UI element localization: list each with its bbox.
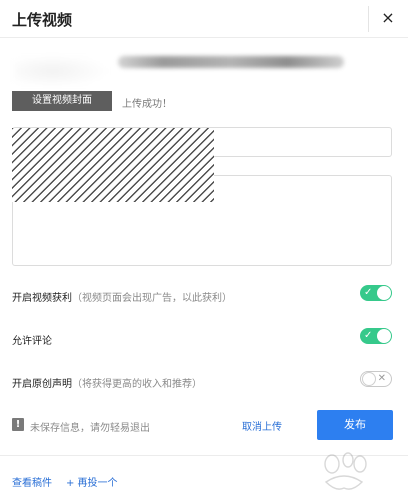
option-original-title: 开启原创声明 (12, 379, 72, 390)
option-monetize-label: 开启视频获利（视频页面会出现广告，以此获利） (12, 289, 232, 304)
cross-icon: ✕ (377, 373, 386, 384)
warning-icon: ! (12, 418, 24, 431)
option-monetize-title: 开启视频获利 (12, 293, 72, 304)
monetize-toggle[interactable]: ✓ (360, 285, 392, 301)
post-another-link[interactable]: + 再投一个 (66, 474, 118, 489)
header-separator (0, 37, 408, 38)
publish-button[interactable]: 发布 (317, 410, 393, 440)
unsaved-warning: 未保存信息，请勿轻易退出 (30, 423, 150, 434)
dialog-title: 上传视频 (12, 11, 73, 29)
check-icon: ✓ (364, 330, 373, 341)
check-icon: ✓ (364, 287, 373, 298)
close-icon[interactable]: × (378, 7, 398, 29)
option-comments-title: 允许评论 (12, 336, 52, 347)
cancel-upload-link[interactable]: 取消上传 (242, 418, 282, 433)
option-comments-label: 允许评论 (12, 332, 52, 347)
original-toggle[interactable]: ✕ (360, 371, 392, 387)
toggle-knob (377, 286, 391, 300)
video-thumbnail (14, 54, 110, 88)
toggle-knob (377, 329, 391, 343)
comments-toggle[interactable]: ✓ (360, 328, 392, 344)
option-original-label: 开启原创声明（将获得更高的收入和推荐） (12, 375, 202, 390)
upload-status: 上传成功！ (122, 99, 172, 110)
view-drafts-link[interactable]: 查看稿件 (12, 474, 52, 489)
option-monetize-hint: （视频页面会出现广告，以此获利） (72, 293, 232, 304)
redaction-hatch (12, 128, 214, 202)
header-divider (368, 6, 369, 32)
set-cover-button[interactable]: 设置视频封面 (12, 91, 112, 111)
watermark-logo (324, 452, 367, 490)
toggle-knob (362, 372, 376, 386)
option-original-hint: （将获得更高的收入和推荐） (72, 379, 202, 390)
video-filename-redacted (118, 56, 344, 68)
